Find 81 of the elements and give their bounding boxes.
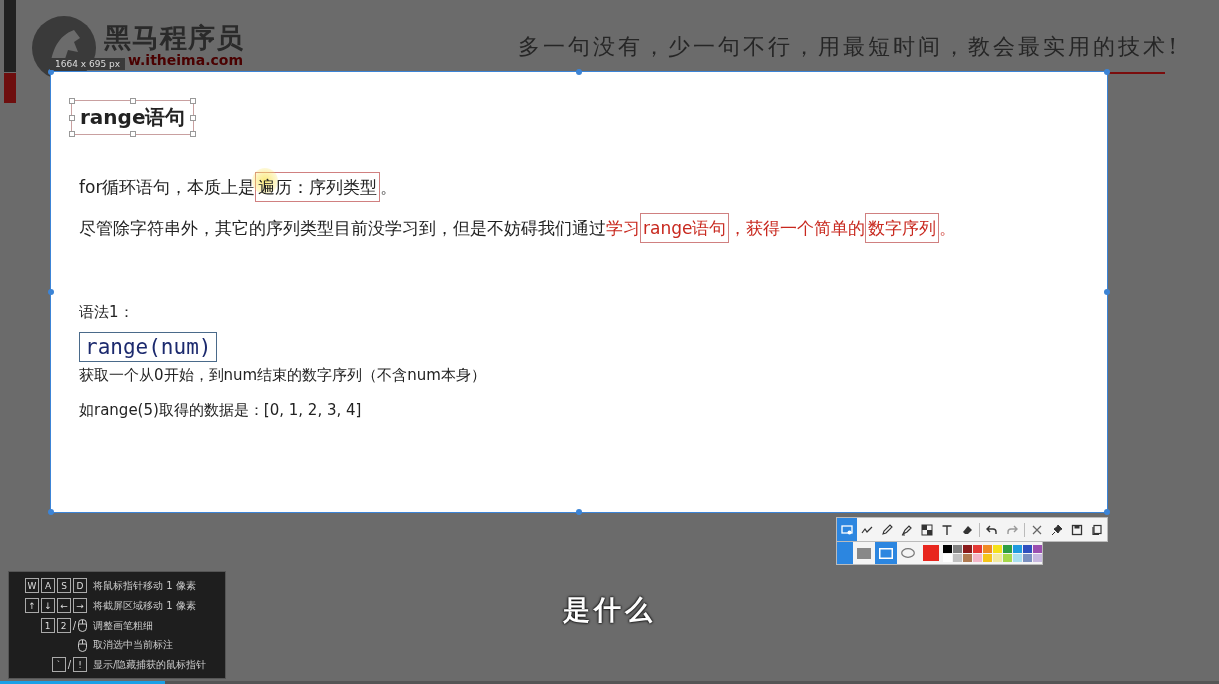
color-swatch[interactable]: [973, 544, 982, 553]
color-swatch[interactable]: [1013, 544, 1022, 553]
description: 获取一个从0开始，到num结束的数字序列（不含num本身）: [79, 366, 487, 385]
ellipse-icon: [901, 548, 915, 558]
hint-text: 调整画笔粗细: [93, 618, 153, 633]
color-swatch[interactable]: [1023, 553, 1032, 562]
code-snippet: range(num): [79, 332, 218, 362]
mouse-icon: [78, 638, 87, 652]
key-cap: ←: [57, 598, 71, 613]
hint-text: 将截屏区域移动 1 像素: [93, 598, 196, 613]
color-swatch[interactable]: [1003, 544, 1012, 553]
color-swatch[interactable]: [953, 553, 962, 562]
mosaic-icon: [921, 523, 933, 536]
video-subtitle: 是什么: [563, 594, 656, 625]
size-label: 1664 x 695 px: [50, 58, 126, 70]
key-cap: S: [57, 578, 71, 593]
key-cap: ↑: [25, 598, 39, 613]
color-swatch[interactable]: [963, 544, 972, 553]
key-cap: 1: [40, 618, 55, 633]
resize-handle[interactable]: [576, 69, 582, 75]
pin-icon: [1051, 523, 1063, 536]
logo-text: 黑马程序员: [104, 21, 244, 54]
key-cap: D: [73, 578, 87, 593]
screenshot-tool-icon: [841, 523, 853, 536]
slide-accent-block: [4, 73, 16, 103]
hint-text: 显示/隐藏捕获的鼠标指针: [93, 657, 207, 672]
color-swatch[interactable]: [1003, 553, 1012, 562]
capture-selection[interactable]: range语句 for循环语句，本质上是 遍历：序列类型 。 尽管除字符串外，其它的序列类型目前没学习到，但是不妨碍我们通过学习 range语句 ，获得一个简单的 数字序列 。 语法1： range(num) 获取一个从0开始，到num结束的数字序列（不含num本身） 如range(5)取得的数据是：[0, 1, 2, 3, 4]: [50, 71, 1108, 513]
resize-handle[interactable]: [1104, 509, 1110, 515]
current-color-swatch[interactable]: [923, 545, 939, 561]
key-cap: ↓: [41, 598, 55, 613]
example-text: 如range(5)取得的数据是：[0, 1, 2, 3, 4]: [79, 401, 363, 420]
color-swatch[interactable]: [983, 544, 992, 553]
resize-handle[interactable]: [48, 509, 54, 515]
marker-icon: [901, 523, 913, 536]
key-cap: →: [73, 598, 87, 613]
close-icon: [1031, 523, 1043, 536]
hint-text: 将鼠标指针移动 1 像素: [93, 578, 196, 593]
pencil-icon: [881, 523, 893, 536]
website-url: w.itheima.com: [128, 53, 243, 68]
color-swatch[interactable]: [1023, 544, 1032, 553]
slogan: 多一句没有，少一句不行，用最短时间，教会最实用的技术!: [518, 33, 1180, 61]
slash: /: [67, 659, 71, 670]
key-cap: !: [73, 657, 87, 672]
color-swatch[interactable]: [983, 553, 992, 562]
copy-icon: [1091, 523, 1103, 536]
filled-rectangle-icon: [857, 547, 871, 559]
color-swatch[interactable]: [993, 553, 1002, 562]
key-cap: 2: [56, 618, 71, 633]
color-swatch[interactable]: [943, 544, 952, 553]
toolbar-accent: [837, 542, 853, 564]
syntax-label: 语法1：: [79, 303, 135, 322]
rectangle-icon: [879, 547, 893, 559]
key-cap: W: [25, 578, 39, 593]
mouse-icon: [78, 619, 87, 632]
key-cap: `: [51, 657, 66, 672]
paragraph: for循环语句，本质上是 遍历：序列类型 。: [79, 169, 398, 206]
resize-handle[interactable]: [48, 289, 54, 295]
color-swatch[interactable]: [993, 544, 1002, 553]
redo-icon: [1006, 523, 1018, 536]
shape-option[interactable]: [875, 542, 897, 564]
slash: /: [72, 620, 76, 631]
paragraph: 尽管除字符串外，其它的序列类型目前没学习到，但是不妨碍我们通过学习 range语句 ，获得一个简单的 数字序列 。: [79, 210, 957, 247]
save-icon: [1071, 523, 1083, 536]
key-cap: A: [41, 578, 55, 593]
slide-title: range语句: [71, 100, 195, 135]
color-swatch[interactable]: [973, 553, 982, 562]
resize-handle[interactable]: [576, 509, 582, 515]
eraser-icon: [961, 523, 973, 536]
hint-text: 取消选中当前标注: [93, 638, 173, 652]
color-swatch[interactable]: [943, 553, 952, 562]
color-swatch[interactable]: [1033, 544, 1042, 553]
resize-handle[interactable]: [1104, 69, 1110, 75]
color-swatch[interactable]: [953, 544, 962, 553]
resize-handle[interactable]: [1104, 289, 1110, 295]
color-swatch[interactable]: [1013, 553, 1022, 562]
slide-edge-bar: [4, 0, 16, 72]
color-swatch[interactable]: [963, 553, 972, 562]
text-tool-icon: [941, 523, 953, 536]
undo-icon: [986, 523, 998, 536]
color-swatch[interactable]: [1033, 553, 1042, 562]
